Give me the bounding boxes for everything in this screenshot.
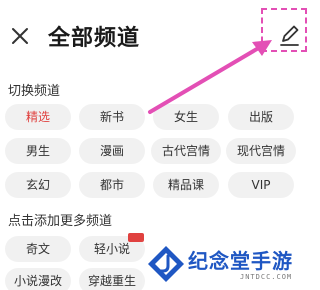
add-channel-chip[interactable]: 小说漫改	[5, 268, 71, 290]
header: 全部频道	[0, 0, 320, 70]
add-channel-chip[interactable]: 穿越重生	[79, 268, 145, 290]
channel-chip[interactable]: VIP	[228, 172, 294, 198]
watermark-text: 纪念堂手游	[188, 249, 293, 273]
switch-channel-label: 切换频道	[8, 84, 61, 99]
channel-chip[interactable]: 玄幻	[5, 172, 71, 198]
watermark: 纪念堂手游 JNTDCC.COM	[140, 240, 320, 290]
add-more-channels-label: 点击添加更多频道	[8, 214, 113, 229]
add-channel-chip[interactable]: 奇文	[5, 236, 71, 262]
pencil-icon[interactable]	[276, 22, 302, 48]
channel-chip[interactable]: 漫画	[79, 138, 145, 164]
page-title: 全部频道	[48, 26, 141, 51]
watermark-logo	[148, 246, 184, 282]
channel-chip[interactable]: 精选	[5, 104, 71, 130]
channel-chip[interactable]: 女生	[153, 104, 219, 130]
channel-chip[interactable]: 古代宫情	[151, 138, 221, 164]
channel-chip[interactable]: 出版	[228, 104, 294, 130]
channel-chip[interactable]: 新书	[79, 104, 145, 130]
channel-chip[interactable]: 都市	[79, 172, 145, 198]
channel-chip[interactable]: 男生	[5, 138, 71, 164]
channel-chip[interactable]: 精品课	[153, 172, 219, 198]
close-icon[interactable]	[10, 26, 30, 46]
channel-chip[interactable]: 现代宫情	[226, 138, 296, 164]
watermark-subtext: JNTDCC.COM	[240, 273, 293, 281]
